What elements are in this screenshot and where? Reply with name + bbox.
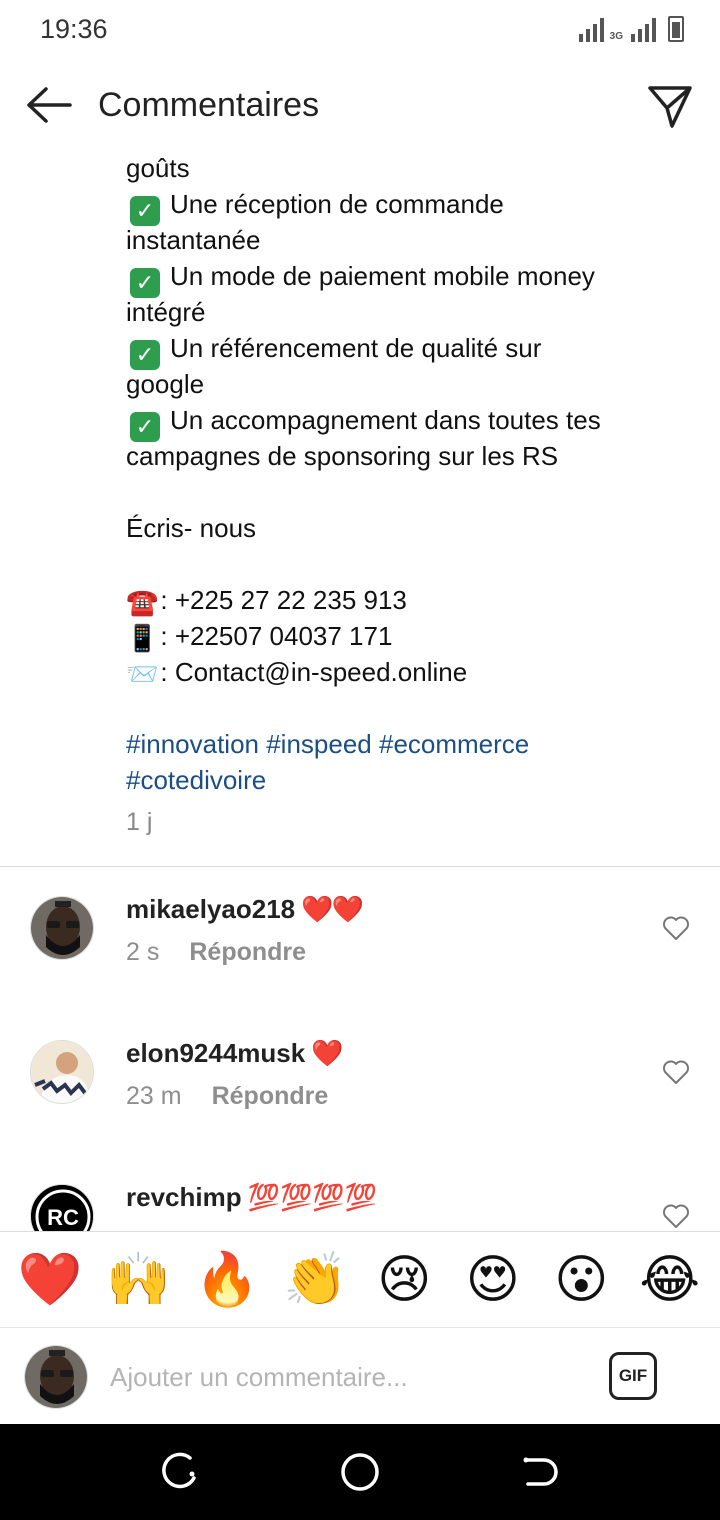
reply-button[interactable]: Répondre [189,938,306,966]
emoji-laughing-button[interactable]: 😂 [635,1245,705,1315]
signal-icon [578,16,604,42]
emoji-heart-eyes-button[interactable]: 😍 [458,1245,528,1315]
heart-emoji: ❤️ [311,1038,343,1068]
caption-line: ✓ Un mode de paiement mobile money [126,258,686,298]
caption-line: ✓ Un accompagnement dans toutes tes [126,402,686,442]
telephone-icon: ☎️ [126,587,159,617]
comment-time: 2 s [126,938,160,966]
phone-line[interactable]: ☎️: +225 27 22 235 913 [126,582,686,618]
signal-icon-2 [631,16,656,42]
hashtag-line[interactable]: #innovation #inspeed #ecommerce [126,726,686,762]
caption-line: instantanée [126,225,261,255]
avatar[interactable]: RC [30,1184,94,1231]
caption-line: Écris- nous [126,513,257,543]
home-icon [341,1453,379,1491]
back-nav-icon [523,1457,558,1486]
comment-meta: 23 m Répondre [126,1082,328,1111]
comment-item: mikaelyao218 ❤️❤️ 2 s Répondre [0,888,720,1008]
heart-outline-icon[interactable] [662,915,690,941]
share-button[interactable] [644,80,696,132]
avatar[interactable] [30,1040,94,1104]
current-user-avatar [24,1345,88,1409]
arrow-left-icon [27,87,72,123]
paper-plane-icon [648,86,692,128]
caption-line: ✓ Une réception de commande [126,186,686,226]
caption-line: campagnes de sponsoring sur les RS [126,441,559,471]
mobile-line[interactable]: 📱: +22507 04037 171 [126,618,686,654]
post-time: 1 j [126,808,153,836]
post-caption: goûts ✓ Une réception de commande instant… [126,150,686,798]
comment-author[interactable]: elon9244musk ❤️ [126,1038,344,1069]
back-button[interactable] [22,82,74,128]
battery-icon [668,16,684,42]
comment-author[interactable]: mikaelyao218 ❤️❤️ [126,894,364,925]
emoji-reaction-bar: ❤️ 🙌 🔥 👏 😢 😍 😮 😂 [0,1231,720,1327]
comment-input-bar: GIF [0,1327,720,1424]
hashtag-line[interactable]: #cotedivoire [126,762,686,798]
emoji-raised-hands-button[interactable]: 🙌 [104,1245,174,1315]
recent-apps-icon [162,1452,196,1489]
heart-outline-icon[interactable] [662,1059,690,1085]
back-nav-button[interactable] [516,1448,564,1496]
caption-line: goûts [126,153,190,183]
heart-emoji: ❤️❤️ [301,894,364,924]
divider [0,866,720,867]
recent-apps-button[interactable] [156,1448,204,1496]
emoji-fire-button[interactable]: 🔥 [192,1245,262,1315]
avatar[interactable] [30,896,94,960]
reply-button[interactable]: Répondre [212,1082,329,1110]
emoji-crying-button[interactable]: 😢 [369,1245,439,1315]
system-navigation-bar [0,1424,720,1520]
caption-line: google [126,369,205,399]
hundred-emoji: 💯💯💯💯 [247,1182,378,1212]
gif-button[interactable]: GIF [609,1352,657,1400]
home-button[interactable] [336,1448,384,1496]
caption-line: ✓ Un référencement de qualité sur [126,330,686,370]
mobile-phone-icon: 📱 [126,623,159,653]
caption-line: intégré [126,297,206,327]
header: Commentaires [0,62,720,150]
emoji-heart-button[interactable]: ❤️ [15,1245,85,1315]
svg-text:RC: RC [47,1205,79,1230]
page-title: Commentaires [98,86,320,124]
heart-outline-icon[interactable] [662,1203,690,1229]
envelope-icon: 📨 [126,659,159,689]
emoji-clap-button[interactable]: 👏 [281,1245,351,1315]
comment-author[interactable]: revchimp 💯💯💯💯 [126,1182,377,1213]
comment-input[interactable] [110,1356,580,1398]
comment-time: 23 m [126,1082,182,1110]
email-line[interactable]: 📨: Contact@in-speed.online [126,654,686,690]
emoji-surprised-button[interactable]: 😮 [546,1245,616,1315]
comment-meta: 2 s Répondre [126,938,306,967]
status-time: 19:36 [40,14,108,44]
network-type: 3G [609,31,623,42]
comment-item: RC revchimp 💯💯💯💯 [0,1176,720,1231]
comment-item: elon9244musk ❤️ 23 m Répondre [0,1032,720,1152]
status-bar: 19:36 3G [0,0,720,62]
status-icons: 3G [578,16,684,42]
